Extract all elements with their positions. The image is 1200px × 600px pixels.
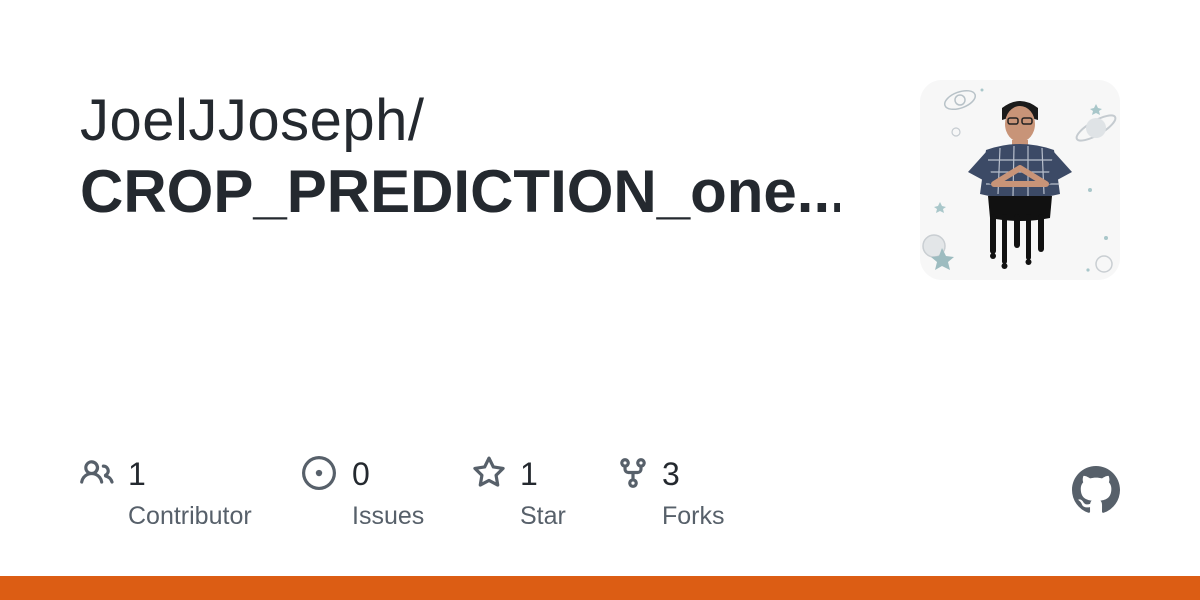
- forks-label: Forks: [662, 502, 725, 530]
- repo-title: JoelJJoseph/ CROP_PREDICTION_one...: [80, 86, 860, 228]
- people-icon: [80, 460, 114, 484]
- issues-label: Issues: [352, 502, 425, 530]
- repo-social-card: JoelJJoseph/ CROP_PREDICTION_one... 1 Co…: [0, 0, 1200, 600]
- language-color-bar: [0, 576, 1200, 600]
- avatar-illustration: [920, 80, 1120, 280]
- repo-stats: 1 Contributor 0 Issues 1 Star 3 Forks: [80, 452, 800, 542]
- issue-opened-icon: [302, 456, 336, 490]
- stars-count: 1: [520, 456, 538, 492]
- issues-count: 0: [352, 456, 370, 492]
- contributors-count: 1: [128, 456, 146, 492]
- stars-label: Star: [520, 502, 566, 530]
- star-icon: [473, 456, 505, 487]
- contributors-label: Contributor: [128, 502, 252, 530]
- repo-name[interactable]: CROP_PREDICTION_one...: [80, 156, 840, 228]
- github-mark-icon[interactable]: [1072, 466, 1120, 514]
- owner-avatar[interactable]: [920, 80, 1120, 280]
- forks-count: 3: [662, 456, 680, 492]
- repo-forked-icon: [620, 458, 646, 488]
- repo-owner[interactable]: JoelJJoseph/: [80, 86, 860, 156]
